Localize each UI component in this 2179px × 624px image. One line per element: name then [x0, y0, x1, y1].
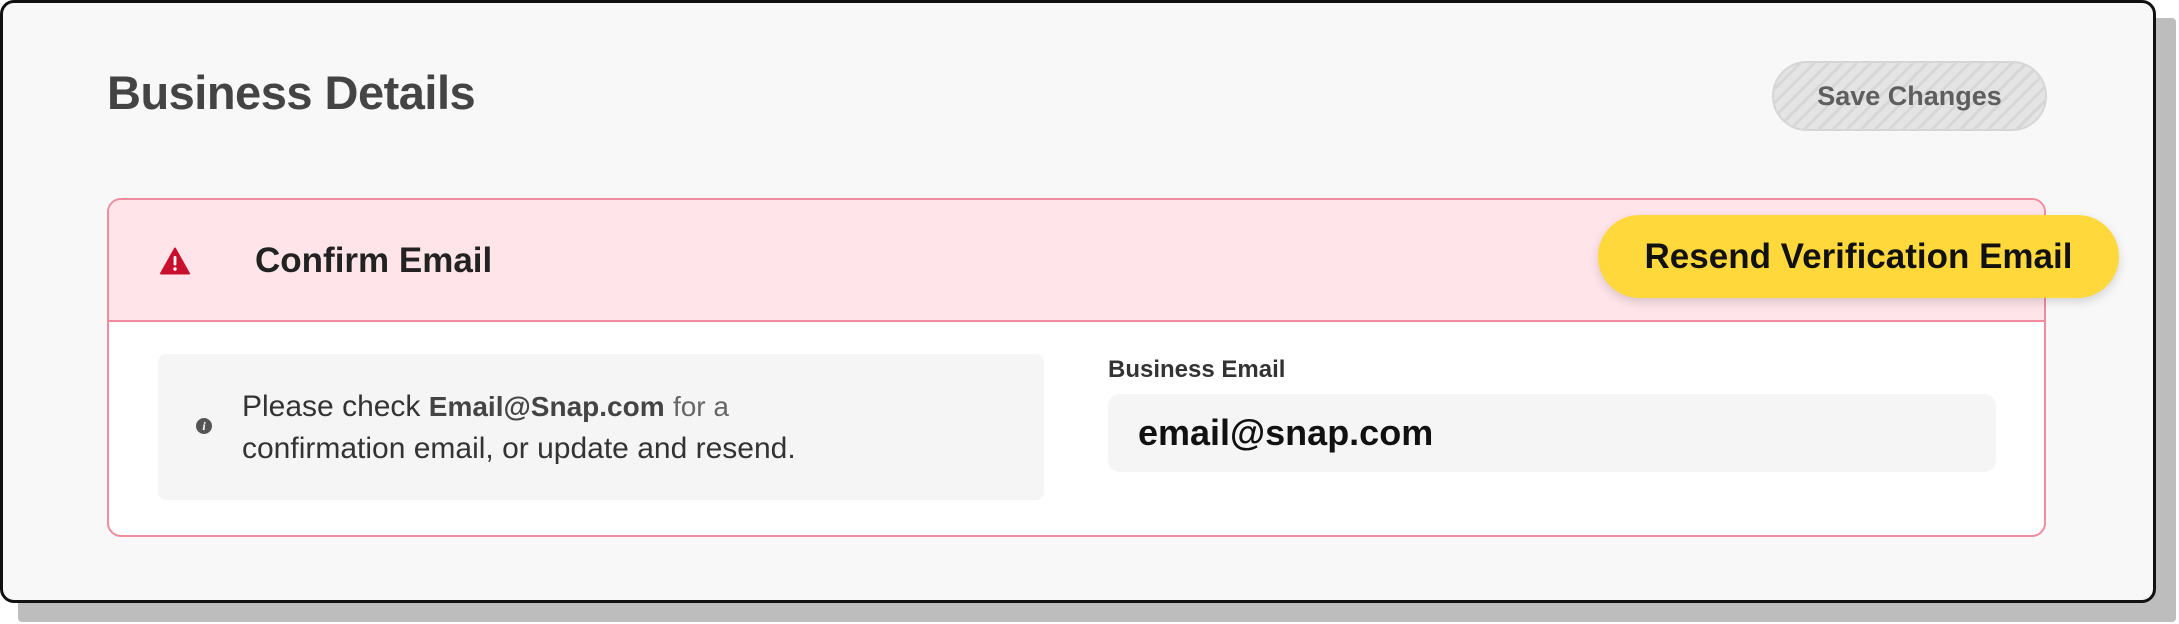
resend-verification-email-button[interactable]: Resend Verification Email: [1598, 215, 2119, 298]
warning-triangle-icon: [160, 247, 190, 275]
business-email-label: Business Email: [1108, 356, 1286, 383]
message-suffix: confirmation email, or update and resend…: [242, 432, 796, 465]
business-email-input[interactable]: [1108, 394, 1996, 472]
business-details-panel: Business Details Save Changes Confirm Em…: [0, 0, 2156, 603]
info-message-box: i Please check Email@Snap.com for a conf…: [158, 354, 1044, 500]
message-mid: for a: [672, 391, 729, 422]
info-icon: i: [196, 418, 212, 434]
info-message: Please check Email@Snap.com for a confir…: [242, 386, 1022, 470]
save-changes-button[interactable]: Save Changes: [1772, 61, 2047, 131]
message-prefix: Please check: [242, 390, 421, 423]
message-email: Email@Snap.com: [428, 391, 665, 422]
alert-title: Confirm Email: [255, 241, 493, 280]
page-title: Business Details: [107, 66, 476, 119]
